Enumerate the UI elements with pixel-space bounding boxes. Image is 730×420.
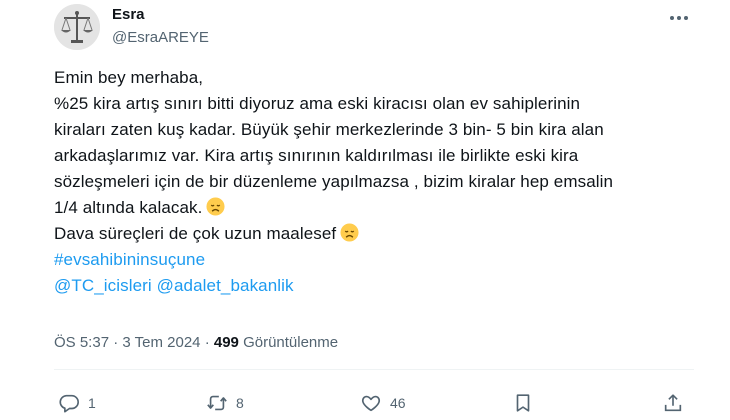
divider (54, 369, 694, 370)
hashtag-line: #evsahibininsuçune (54, 247, 674, 273)
tweet-date[interactable]: 3 Tem 2024 (122, 334, 200, 351)
reply-bubble-icon (59, 394, 79, 413)
tweet-line-with-emoji: Dava süreçleri de çok uzun maalesef (54, 221, 674, 247)
views-count: 499 (213, 334, 239, 351)
bookmark-button[interactable] (512, 388, 534, 418)
tweet-line-with-emoji: 1/4 altında kalacak. (54, 195, 674, 221)
avatar[interactable] (54, 4, 100, 50)
more-options-button[interactable] (666, 6, 692, 30)
bookmark-icon (516, 394, 530, 412)
author-name[interactable]: Esra (112, 6, 145, 23)
tweet-meta: ÖS 5:37 · 3 Tem 2024 · 499 Görüntülenme (54, 334, 338, 351)
like-count: 46 (390, 395, 406, 411)
reply-count: 1 (88, 395, 96, 411)
like-button[interactable]: 46 (360, 388, 406, 418)
author-handle[interactable]: @EsraAREYE (112, 29, 209, 46)
tweet-text: Emin bey merhaba, %25 kira artış sınırı … (54, 65, 674, 299)
tweet-line: Emin bey merhaba, (54, 68, 204, 87)
heart-icon (361, 395, 381, 412)
meta-separator: · (113, 334, 119, 351)
reply-button[interactable]: 1 (58, 388, 96, 418)
mention-link[interactable]: @TC_icisleri (54, 276, 152, 295)
share-button[interactable] (662, 388, 684, 418)
tweet-line: Dava süreçleri de çok uzun maalesef (54, 224, 337, 243)
tweet-card: Esra @EsraAREYE Emin bey merhaba, %25 ki… (0, 0, 730, 420)
tweet-line: arkadaşlarımız var. Kira artış sınırının… (54, 146, 579, 165)
views-label: Görüntülenme (243, 334, 339, 351)
tweet-time[interactable]: ÖS 5:37 (54, 334, 109, 351)
hashtag-link[interactable]: #evsahibininsuçune (54, 250, 205, 269)
tweet-line: sözleşmeleri için de bir düzenleme yapıl… (54, 172, 614, 191)
disappointed-face-emoji-icon (340, 223, 359, 242)
scales-of-justice-avatar-icon (54, 4, 100, 50)
share-upload-icon (664, 394, 682, 412)
tweet-line: %25 kira artış sınırı bitti diyoruz ama … (54, 94, 581, 113)
retweet-button[interactable]: 8 (206, 388, 244, 418)
action-bar: 1 8 46 (0, 388, 730, 418)
retweet-count: 8 (236, 395, 244, 411)
disappointed-face-emoji-icon (206, 197, 226, 216)
mention-link[interactable]: @adalet_bakanlik (157, 276, 294, 295)
mentions-line: @TC_icisleri @adalet_bakanlik (54, 273, 674, 299)
retweet-icon (207, 395, 227, 411)
more-horizontal-icon (670, 16, 674, 20)
tweet-line: kiraları zaten kuş kadar. Büyük şehir me… (54, 120, 604, 139)
meta-separator: · (204, 334, 210, 351)
tweet-line: 1/4 altında kalacak. (54, 198, 203, 217)
